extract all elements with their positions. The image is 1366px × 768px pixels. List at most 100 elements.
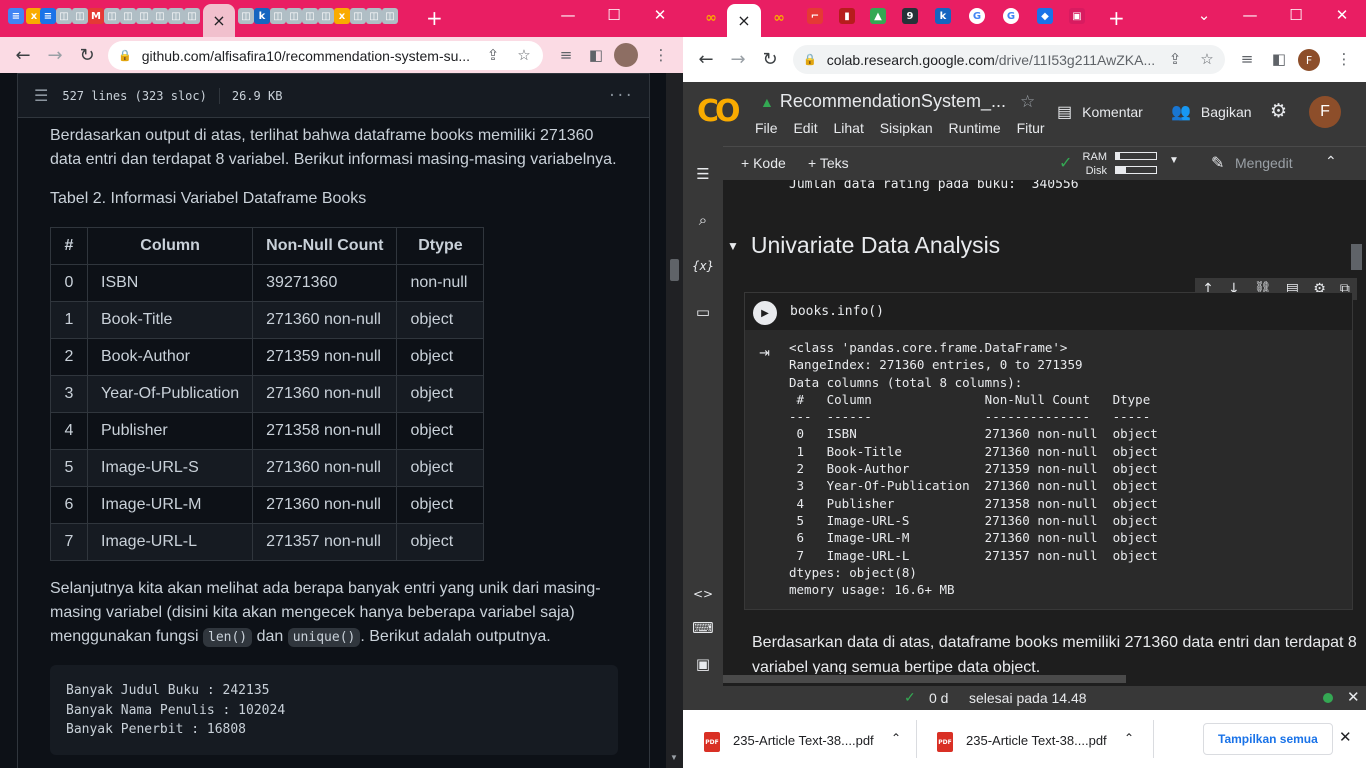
menu-insert[interactable]: Sisipkan	[880, 120, 933, 136]
menu-runtime[interactable]: Runtime	[949, 120, 1001, 136]
tab-favicon-icon[interactable]: ◫	[366, 8, 382, 24]
tab-favicon-icon[interactable]: ⌐	[807, 8, 823, 24]
tab-favicon-icon[interactable]: ◫	[382, 8, 398, 24]
search-icon[interactable]: ⌕	[693, 210, 713, 230]
tab-favicon-icon[interactable]: ◫	[302, 8, 318, 24]
profile-avatar[interactable]: F	[1298, 49, 1320, 71]
more-options-icon[interactable]: ···	[608, 88, 633, 104]
minimize-icon[interactable]: —	[1227, 0, 1273, 30]
tab-favicon-icon[interactable]: x	[334, 8, 350, 24]
back-icon[interactable]: ←	[691, 45, 721, 75]
tab-favicon-icon[interactable]: ≡	[8, 8, 24, 24]
minimize-icon[interactable]: —	[545, 0, 591, 30]
download-item[interactable]: 235-Article Text-38....pdf	[966, 733, 1107, 748]
tab-favicon-icon[interactable]: 9	[902, 8, 918, 24]
horizontal-scrollbar[interactable]	[723, 674, 1366, 686]
tab-favicon-icon[interactable]: ◫	[120, 8, 136, 24]
share-icon[interactable]: ⇪	[479, 41, 507, 69]
download-item[interactable]: 235-Article Text-38....pdf	[733, 733, 874, 748]
resource-labels[interactable]: RAM Disk	[1081, 150, 1107, 178]
run-cell-icon[interactable]: ▶	[753, 301, 777, 325]
files-folder-icon[interactable]: ▭	[693, 302, 713, 322]
tab-favicon-icon[interactable]: ◫	[350, 8, 366, 24]
command-palette-icon[interactable]: ⌨	[692, 618, 714, 638]
text-cell[interactable]: Berdasarkan data di atas, dataframe book…	[752, 630, 1366, 680]
settings-gear-icon[interactable]: ⚙	[1270, 100, 1287, 122]
tab-favicon-icon[interactable]: ◫	[56, 8, 72, 24]
scrollbar-thumb[interactable]	[670, 259, 679, 281]
notebook-scrollbar-thumb[interactable]	[1351, 244, 1362, 270]
tab-favicon-icon[interactable]: M	[88, 8, 104, 24]
tab-favicon-icon[interactable]: ◫	[168, 8, 184, 24]
reading-list-icon[interactable]: ≡	[552, 41, 580, 69]
tab-favicon-icon[interactable]: ◫	[270, 8, 286, 24]
tab-favicon-icon[interactable]: ◫	[286, 8, 302, 24]
menu-tools[interactable]: Fitur	[1017, 120, 1045, 136]
colab-logo-icon[interactable]: CO	[697, 94, 740, 129]
menu-edit[interactable]: Edit	[793, 120, 817, 136]
download-chevron-icon[interactable]: ⌃	[891, 731, 901, 745]
tab-favicon-icon[interactable]: ◫	[318, 8, 334, 24]
profile-avatar[interactable]	[614, 43, 638, 67]
account-avatar[interactable]: F	[1309, 96, 1341, 128]
colab-favicon-icon[interactable]: ∞	[767, 10, 791, 26]
side-panel-icon[interactable]: ◧	[582, 41, 610, 69]
tab-favicon-icon[interactable]: k	[935, 8, 951, 24]
tab-close-icon[interactable]: ×	[737, 11, 750, 30]
editing-mode-button[interactable]: Mengedit	[1235, 155, 1293, 171]
tab-favicon-icon[interactable]: k	[254, 8, 270, 24]
back-icon[interactable]: ←	[8, 40, 38, 70]
tab-favicon-icon[interactable]: ◫	[104, 8, 120, 24]
tab-favicon-icon[interactable]: ▮	[839, 8, 855, 24]
code-cell[interactable]: ▶ books.info() ⇥ <class 'pandas.core.fra…	[744, 292, 1353, 610]
add-text-button[interactable]: + Teks	[808, 155, 849, 171]
menu-view[interactable]: Lihat	[833, 120, 863, 136]
comment-button[interactable]: ▤ Komentar	[1057, 102, 1143, 122]
output-actions-icon[interactable]: ⇥	[759, 345, 770, 361]
notebook-title[interactable]: RecommendationSystem_...	[780, 91, 1006, 112]
tab-favicon-icon[interactable]: ◫	[136, 8, 152, 24]
menu-kebab-icon[interactable]: ⋮	[647, 41, 675, 69]
toc-icon[interactable]: ☰	[693, 164, 713, 184]
drive-favicon-icon[interactable]: ▲	[870, 8, 886, 24]
active-tab[interactable]: ×	[727, 4, 761, 37]
page-scrollbar[interactable]: ▼	[666, 73, 683, 768]
colab-favicon-icon[interactable]: ∞	[699, 10, 723, 26]
google-favicon-icon[interactable]: G	[969, 8, 985, 24]
close-window-icon[interactable]: ✕	[1319, 0, 1365, 30]
menu-file[interactable]: File	[755, 120, 778, 136]
add-code-button[interactable]: + Kode	[741, 155, 786, 171]
address-bar[interactable]: 🔒 github.com/alfisafira10/recommendation…	[108, 41, 543, 70]
close-window-icon[interactable]: ✕	[637, 0, 683, 30]
variables-icon[interactable]: {x}	[692, 256, 714, 276]
bookmark-star-icon[interactable]: ☆	[1193, 45, 1221, 73]
active-tab[interactable]: ×	[203, 4, 235, 37]
new-tab-icon[interactable]: +	[426, 6, 443, 30]
menu-kebab-icon[interactable]: ⋮	[1330, 45, 1358, 73]
collapse-header-icon[interactable]: ⌃	[1325, 153, 1337, 170]
terminal-icon[interactable]: ▣	[693, 654, 713, 674]
status-close-icon[interactable]: ✕	[1347, 688, 1360, 706]
show-all-downloads-button[interactable]: Tampilkan semua	[1203, 723, 1333, 755]
tab-favicon-icon[interactable]: ◫	[184, 8, 200, 24]
close-downloads-icon[interactable]: ✕	[1339, 728, 1352, 746]
download-chevron-icon[interactable]: ⌃	[1124, 731, 1134, 745]
maximize-icon[interactable]: ☐	[591, 0, 637, 30]
cell-code[interactable]: books.info()	[790, 304, 884, 319]
status-completed[interactable]: selesai pada 14.48	[969, 690, 1087, 706]
tab-favicon-icon[interactable]: ◆	[1037, 8, 1053, 24]
tab-close-icon[interactable]: ×	[212, 11, 225, 30]
maximize-icon[interactable]: ☐	[1273, 0, 1319, 30]
bookmark-star-icon[interactable]: ☆	[510, 41, 538, 69]
list-icon[interactable]: ☰	[34, 86, 48, 105]
reload-icon[interactable]: ↻	[72, 40, 102, 70]
tab-favicon-icon[interactable]: ◫	[152, 8, 168, 24]
resource-dropdown-icon[interactable]: ▼	[1169, 155, 1179, 166]
reload-icon[interactable]: ↻	[755, 45, 785, 75]
star-icon[interactable]: ☆	[1020, 92, 1035, 112]
share-button[interactable]: 👥 Bagikan	[1171, 102, 1252, 122]
drive-icon[interactable]: ▲	[760, 94, 774, 110]
forward-icon[interactable]: →	[40, 40, 70, 70]
share-icon[interactable]: ⇪	[1161, 45, 1189, 73]
tab-favicon-icon[interactable]: ◫	[238, 8, 254, 24]
